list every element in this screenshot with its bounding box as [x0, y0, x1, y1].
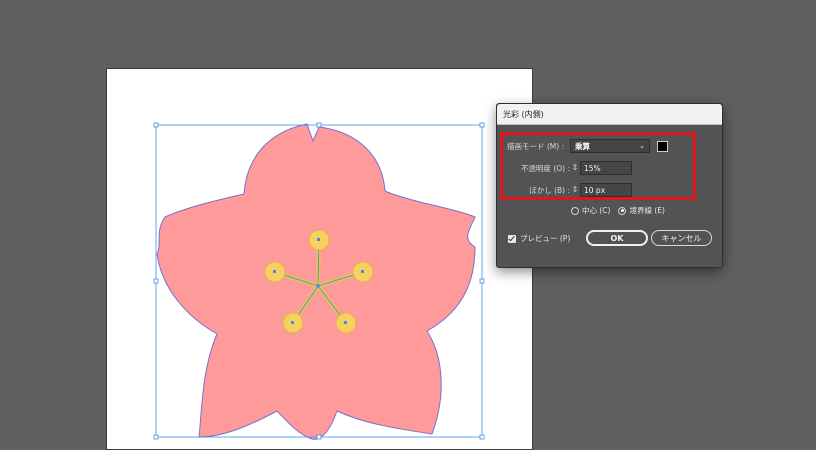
blend-mode-value: 乗算	[575, 141, 590, 151]
glow-color-swatch[interactable]	[657, 140, 668, 152]
artboard	[106, 68, 533, 450]
sakura-flower-shape[interactable]	[156, 123, 476, 440]
center-radio[interactable]	[571, 206, 579, 215]
artwork-canvas	[153, 122, 485, 440]
edge-radio[interactable]	[618, 206, 627, 215]
opacity-input[interactable]: 15%	[580, 161, 632, 175]
preview-checkbox[interactable]	[508, 234, 516, 243]
blend-mode-row: 描画モード (M) : 乗算 ⌄	[507, 139, 668, 153]
blend-mode-label: 描画モード (M) :	[507, 141, 565, 151]
opacity-stepper-icon[interactable]: ⇕	[570, 164, 580, 172]
glow-position-options: 中心 (C) 境界線 (E)	[571, 205, 665, 216]
preview-label: プレビュー (P)	[520, 234, 571, 243]
opacity-row: 不透明度 (O) : ⇕ 15%	[507, 161, 632, 175]
blur-stepper-icon[interactable]: ⇕	[570, 186, 580, 194]
ok-button[interactable]: OK	[586, 230, 648, 246]
blur-label: ぼかし (B) :	[529, 185, 570, 195]
inner-glow-dialog: 光彩 (内側) 描画モード (M) : 乗算 ⌄ 不透明度 (O) : ⇕ 15…	[496, 103, 723, 268]
opacity-label: 不透明度 (O) :	[520, 163, 570, 173]
edge-label: 境界線 (E)	[629, 206, 665, 215]
cancel-button[interactable]: キャンセル	[651, 230, 712, 246]
blur-row: ぼかし (B) : ⇕ 10 px	[507, 183, 632, 197]
blend-mode-select[interactable]: 乗算 ⌄	[570, 139, 650, 153]
preview-row: プレビュー (P)	[508, 233, 570, 244]
blur-input[interactable]: 10 px	[580, 183, 632, 197]
dialog-titlebar[interactable]: 光彩 (内側)	[497, 104, 722, 125]
chevron-down-icon: ⌄	[639, 142, 645, 150]
center-label: 中心 (C)	[582, 206, 611, 215]
dialog-title: 光彩 (内側)	[503, 109, 544, 119]
